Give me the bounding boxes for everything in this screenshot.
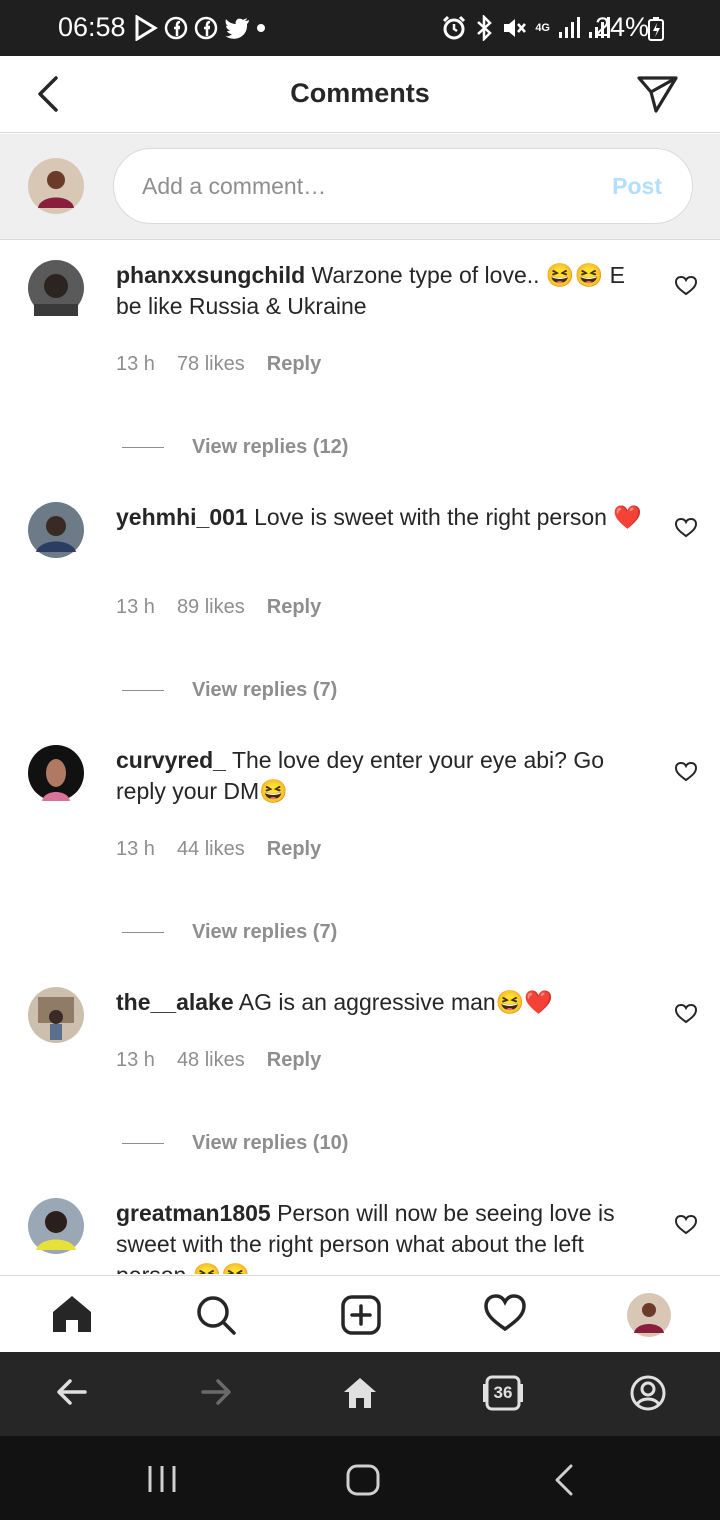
comment-input-placeholder: Add a comment… <box>142 173 327 199</box>
status-bar: 06:58 4G 24% <box>0 0 720 56</box>
like-heart-icon[interactable] <box>675 518 697 538</box>
like-heart-icon[interactable] <box>675 762 697 782</box>
account-icon[interactable] <box>630 1375 666 1411</box>
browser-back-icon[interactable] <box>56 1376 88 1408</box>
reply-button[interactable]: Reply <box>267 838 321 861</box>
browser-home-icon[interactable] <box>342 1376 378 1410</box>
view-replies-button[interactable]: View replies (7) <box>122 921 337 944</box>
comment-text-block: phanxxsungchild Warzone type of love.. 😆… <box>116 260 646 322</box>
comment-body: AG is an aggressive man😆❤️ <box>238 989 553 1015</box>
like-heart-icon[interactable] <box>675 1215 697 1235</box>
nav-home-icon[interactable] <box>346 1464 380 1496</box>
my-avatar <box>28 158 84 214</box>
bottom-tab-bar <box>0 1275 720 1352</box>
signal-icon <box>559 17 580 38</box>
mute-icon <box>504 19 527 37</box>
like-heart-icon[interactable] <box>675 1004 697 1024</box>
comment-meta: 13 h 78 likes Reply <box>116 353 321 376</box>
commenter-avatar[interactable] <box>28 502 84 558</box>
comment-meta: 13 h 44 likes Reply <box>116 838 321 861</box>
reply-button[interactable]: Reply <box>267 596 321 619</box>
comment-time: 13 h <box>116 838 155 860</box>
comment-username[interactable]: curvyred_ <box>116 747 226 773</box>
comment-text-block: yehmhi_001 Love is sweet with the right … <box>116 502 646 533</box>
comment-item: greatman1805 Person will now be seeing l… <box>0 1198 720 1274</box>
reply-button[interactable]: Reply <box>267 1049 321 1072</box>
comment-username[interactable]: greatman1805 <box>116 1200 271 1226</box>
comment-username[interactable]: the__alake <box>116 989 234 1015</box>
comment-username[interactable]: phanxxsungchild <box>116 262 305 288</box>
twitter-icon <box>225 18 249 39</box>
replies-divider <box>122 932 164 933</box>
page-title: Comments <box>290 78 430 108</box>
comment-text-block: greatman1805 Person will now be seeing l… <box>116 1198 646 1274</box>
notification-icons <box>134 14 266 42</box>
tab-count: 36 <box>493 1383 513 1402</box>
view-replies-label[interactable]: View replies (7) <box>192 679 337 702</box>
view-replies-label[interactable]: View replies (7) <box>192 921 337 944</box>
system-nav-bar <box>0 1436 720 1520</box>
view-replies-label[interactable]: View replies (10) <box>192 1132 348 1155</box>
nav-back-icon[interactable] <box>553 1464 575 1496</box>
replies-divider <box>122 690 164 691</box>
battery-percent: 24% <box>595 12 650 42</box>
commenter-avatar[interactable] <box>28 987 84 1043</box>
view-replies-button[interactable]: View replies (10) <box>122 1132 348 1155</box>
facebook-icon-2 <box>194 16 218 40</box>
facebook-icon <box>164 16 188 40</box>
search-icon[interactable] <box>195 1294 237 1336</box>
activity-heart-icon[interactable] <box>484 1294 526 1332</box>
recent-apps-icon[interactable] <box>147 1464 177 1494</box>
comment-likes[interactable]: 48 likes <box>177 1049 245 1072</box>
comment-body: Love is sweet with the right person ❤️ <box>254 504 642 530</box>
system-icons: 4G <box>441 14 610 42</box>
play-store-icon <box>135 15 158 41</box>
reply-button[interactable]: Reply <box>267 353 321 376</box>
status-time: 06:58 <box>58 12 126 42</box>
send-direct-icon[interactable] <box>636 74 680 114</box>
comment-text-block: curvyred_ The love dey enter your eye ab… <box>116 745 646 807</box>
comment-time: 13 h <box>116 596 155 618</box>
alarm-icon <box>443 15 466 40</box>
replies-divider <box>122 447 164 448</box>
view-replies-button[interactable]: View replies (7) <box>122 679 337 702</box>
view-replies-button[interactable]: View replies (12) <box>122 436 348 459</box>
commenter-avatar[interactable] <box>28 745 84 801</box>
view-replies-label[interactable]: View replies (12) <box>192 436 348 459</box>
browser-tabs-button[interactable]: 36 <box>483 1374 523 1412</box>
browser-bar: 36 <box>0 1352 720 1436</box>
comment-composer: Add a comment… Post <box>0 134 720 240</box>
comments-header: Comments <box>0 56 720 133</box>
bluetooth-icon <box>477 15 493 41</box>
comment-meta: 13 h 48 likes Reply <box>116 1049 321 1072</box>
dot-icon <box>257 24 265 32</box>
replies-divider <box>122 1143 164 1144</box>
commenter-avatar[interactable] <box>28 1198 84 1254</box>
comment-likes[interactable]: 44 likes <box>177 838 245 861</box>
post-button[interactable]: Post <box>612 173 662 200</box>
comment-username[interactable]: yehmhi_001 <box>116 504 248 530</box>
like-heart-icon[interactable] <box>675 276 697 296</box>
comment-likes[interactable]: 78 likes <box>177 353 245 376</box>
network-type: 4G <box>535 22 550 34</box>
profile-avatar[interactable] <box>627 1293 671 1337</box>
comment-meta: 13 h 89 likes Reply <box>116 596 321 619</box>
browser-forward-icon <box>201 1379 231 1405</box>
comment-likes[interactable]: 89 likes <box>177 596 245 619</box>
comment-time: 13 h <box>116 353 155 375</box>
battery-charging-icon <box>648 17 664 41</box>
new-post-icon[interactable] <box>340 1294 382 1336</box>
commenter-avatar[interactable] <box>28 260 84 316</box>
home-icon[interactable] <box>51 1294 93 1334</box>
comment-time: 13 h <box>116 1049 155 1071</box>
comment-text-block: the__alake AG is an aggressive man😆❤️ <box>116 987 646 1018</box>
comment-input[interactable]: Add a comment… Post <box>113 148 693 224</box>
